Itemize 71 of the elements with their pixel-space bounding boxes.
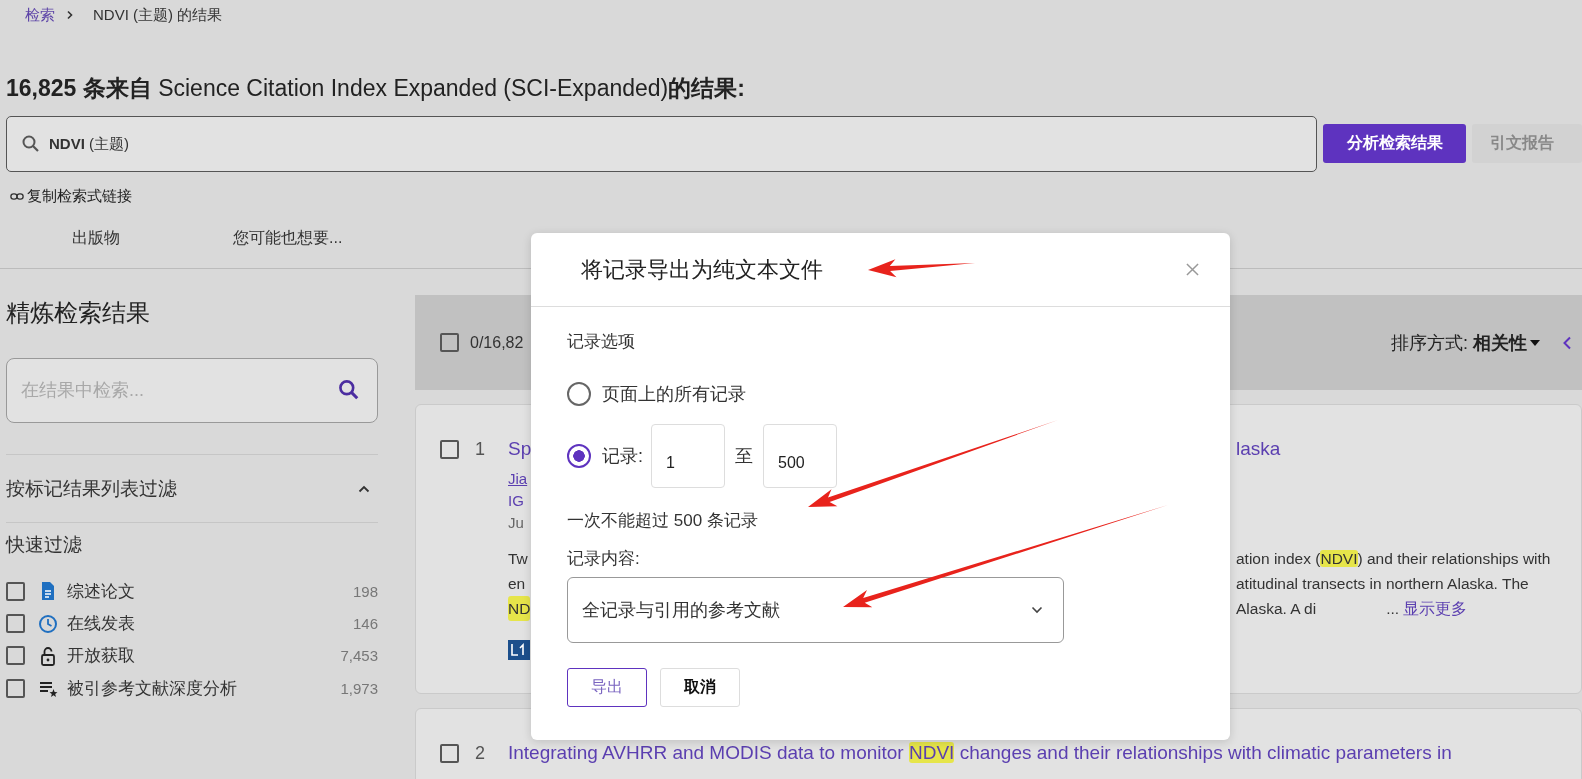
clock-icon [38,613,58,634]
checkbox[interactable] [6,678,25,698]
abstract-text: ND [508,596,531,621]
select-all-checkbox[interactable] [440,333,459,352]
analyze-button[interactable]: 分析检索结果 [1323,124,1467,163]
record-content-select[interactable]: 全记录与引用的参考文献 [567,577,1064,643]
chevron-left-icon[interactable] [1562,335,1572,350]
range-to-field[interactable]: 500 [763,424,837,488]
filter-label: 开放获取 [67,645,136,668]
publisher-logo-icon[interactable] [508,640,530,660]
result-title[interactable]: laska [1236,438,1281,459]
link-icon [10,191,24,201]
radio-button[interactable] [567,444,591,468]
filter-count: 146 [352,615,378,633]
abstract-text: ation index (NDVI) and their relationships with [1236,549,1551,569]
range-from-field[interactable]: 1 [651,424,725,488]
range-separator: 至 [735,445,753,468]
close-icon[interactable] [1186,263,1199,276]
copy-link[interactable]: 复制检索式链接 [27,186,132,206]
filter-count: 198 [352,582,378,600]
section-label: 记录选项 [567,331,636,353]
sort-dropdown[interactable]: 排序方式: 相关性 [1391,330,1527,355]
caret-up-icon[interactable] [358,484,370,493]
chevron-right-icon [65,10,75,20]
checkbox[interactable] [440,439,459,459]
selection-count: 0/16,82 [470,333,524,352]
caret-down-icon[interactable] [1530,339,1540,346]
breadcrumb-current: NDVI (主题) 的结果 [93,5,223,25]
checkbox[interactable] [440,743,459,763]
search-field[interactable]: NDVI (主题) [6,116,1318,172]
search-icon[interactable] [338,379,360,401]
abstract-text: en [508,574,526,594]
abstract-text: atitudinal transects in northern Alaska. The [1236,574,1529,594]
chevron-down-icon [1031,606,1043,614]
filter-label: 被引参考文献深度分析 [67,677,238,700]
content-label: 记录内容: [567,548,641,570]
limit-note: 一次不能超过 500 条记录 [567,510,759,532]
checkbox[interactable] [6,581,25,601]
option-label[interactable]: 页面上的所有记录 [602,382,746,406]
search-icon [21,134,41,154]
result-title[interactable]: Integrating AVHRR and MODIS data to monitor NDVI changes and their relationships with climatic parameters in [508,738,1452,768]
filter-label: 综述论文 [67,580,136,603]
result-metadata[interactable]: Jia [508,470,528,487]
filter-section-title: 按标记结果列表过滤 [6,476,177,501]
result-title[interactable]: Sp [508,438,532,459]
lock-icon [38,645,58,666]
export-button[interactable]: 导出 [567,668,647,707]
results-heading: 16,825 条来自 Science Citation Index Expanded (SCI-Expanded)的结果: [6,74,746,103]
abstract-text: Tw [508,549,528,569]
filter-count: 1,973 [340,679,378,697]
checkbox[interactable] [6,614,25,634]
filter-label: 在线发表 [67,613,136,636]
result-number: 2 [475,742,485,764]
checkbox[interactable] [6,646,25,666]
publication-date: Ju [508,514,524,531]
abstract-text: Alaska. A di [1236,599,1317,619]
dialog-title: 将记录导出为纯文本文件 [581,255,823,284]
ellipsis: ... [1386,599,1400,619]
quick-filter-title: 快速过滤 [6,533,83,557]
sidebar-title: 精炼检索结果 [6,298,151,328]
result-number: 1 [475,438,485,460]
tab[interactable]: 您可能也想要... [233,218,343,258]
result-metadata[interactable]: IG [508,492,524,509]
cancel-button[interactable]: 取消 [660,668,740,707]
option-label[interactable]: 记录: [602,444,643,468]
tab[interactable]: 出版物 [72,218,120,258]
breadcrumb-link[interactable]: 检索 [25,5,55,25]
search-field[interactable]: 在结果中检索... [6,358,378,423]
filter-count: 7,453 [340,647,378,665]
radio-button[interactable] [567,382,591,406]
show-more-link[interactable]: 显示更多 [1403,596,1468,621]
